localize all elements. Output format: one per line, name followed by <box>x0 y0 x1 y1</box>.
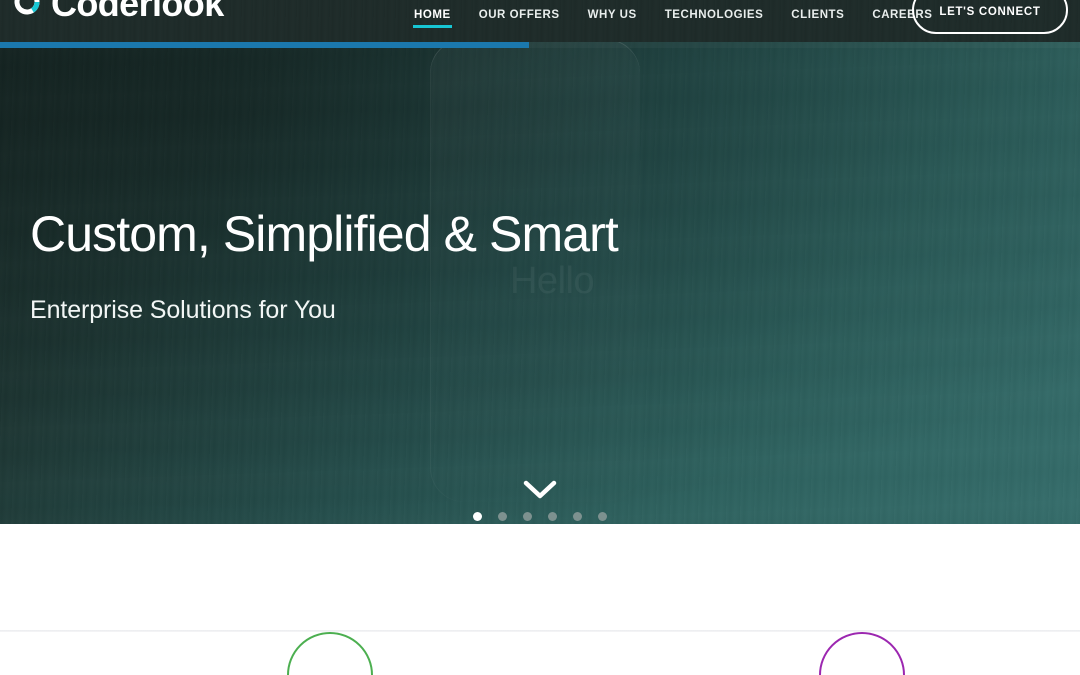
hero-section: Hello Custom, Simplified & Smart Enterpr… <box>0 42 1080 524</box>
features-section <box>0 632 1080 675</box>
brand-logo[interactable]: Coderlook <box>12 0 224 24</box>
carousel-dot-1[interactable] <box>473 512 482 521</box>
hero-copy: Custom, Simplified & Smart Enterprise So… <box>30 202 619 326</box>
feature-ring-green <box>287 632 373 675</box>
carousel-dot-6[interactable] <box>598 512 607 521</box>
page-progress-fill <box>0 42 530 48</box>
content-white-band <box>0 524 1080 631</box>
hero-title: Custom, Simplified & Smart <box>30 206 619 262</box>
hero-carousel-dots <box>473 512 607 521</box>
nav-item-technologies[interactable]: TECHNOLOGIES <box>651 8 778 22</box>
carousel-dot-5[interactable] <box>573 512 582 521</box>
nav-item-our-offers[interactable]: OUR OFFERS <box>465 8 574 22</box>
hero-subtitle: Enterprise Solutions for You <box>30 296 336 324</box>
primary-nav: HOME OUR OFFERS WHY US TECHNOLOGIES CLIE… <box>400 0 946 30</box>
chevron-down-icon[interactable] <box>523 479 557 506</box>
carousel-dot-3[interactable] <box>523 512 532 521</box>
lets-connect-button[interactable]: LET'S CONNECT <box>912 0 1068 34</box>
page-progress-bar <box>0 42 1080 48</box>
ring-logo-icon <box>12 0 42 22</box>
feature-ring-purple <box>819 632 905 675</box>
nav-item-why-us[interactable]: WHY US <box>574 8 651 22</box>
nav-item-clients[interactable]: CLIENTS <box>777 8 858 22</box>
page-root: Coderlook HOME OUR OFFERS WHY US TECHNOL… <box>0 0 1080 675</box>
brand-name: Coderlook <box>51 0 224 24</box>
site-header: Coderlook HOME OUR OFFERS WHY US TECHNOL… <box>0 0 1080 42</box>
carousel-dot-4[interactable] <box>548 512 557 521</box>
carousel-dot-2[interactable] <box>498 512 507 521</box>
nav-item-home[interactable]: HOME <box>400 8 465 28</box>
